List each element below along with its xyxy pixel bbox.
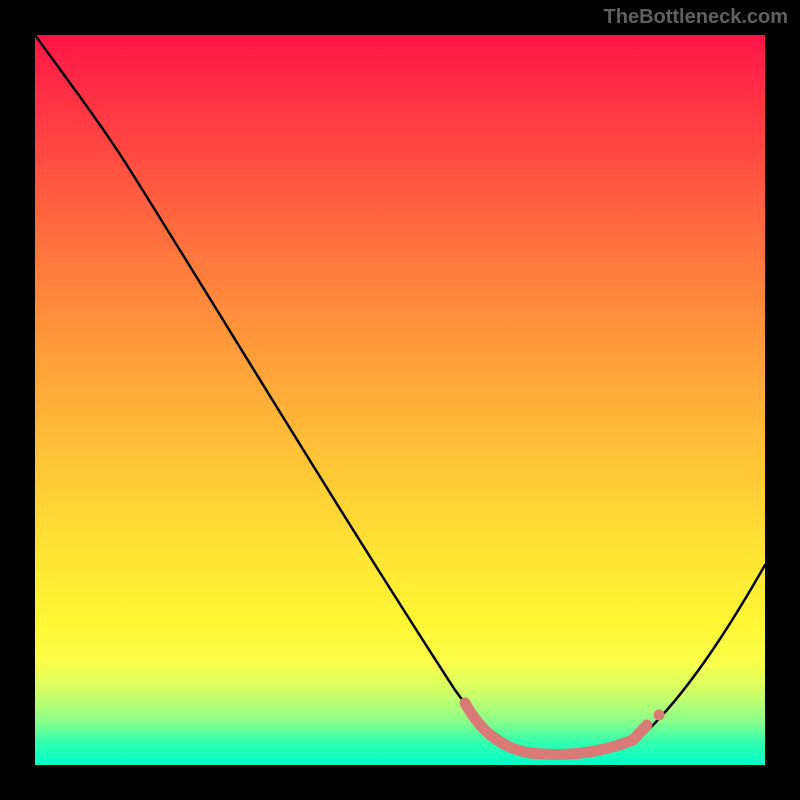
curve-svg bbox=[35, 35, 765, 765]
chart-container: TheBottleneck.com bbox=[0, 0, 800, 800]
plot-area bbox=[35, 35, 765, 765]
bottleneck-curve bbox=[35, 35, 765, 753]
optimal-range-marker bbox=[465, 703, 647, 754]
watermark-text: TheBottleneck.com bbox=[604, 6, 788, 29]
marker-dot bbox=[654, 710, 665, 721]
